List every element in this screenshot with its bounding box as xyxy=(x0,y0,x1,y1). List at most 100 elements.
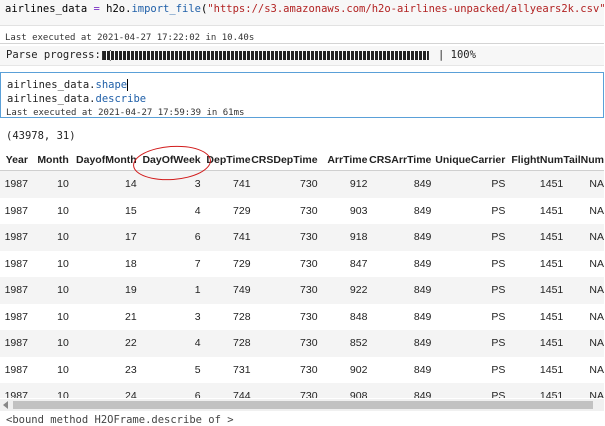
table-cell: 730 xyxy=(250,303,318,330)
table-cell: 730 xyxy=(250,170,318,198)
table-cell: PS xyxy=(431,170,506,198)
table-cell: 730 xyxy=(250,250,318,277)
table-body: 1987 10 14 3 741 730 912 849 PS 1451 NA 1987 10 15 4 72… xyxy=(0,170,604,398)
describe-output: <bound method H2OFrame.describe of > xyxy=(6,414,234,426)
table-cell: PS xyxy=(431,250,506,277)
table-cell: 730 xyxy=(250,197,318,224)
table-cell: 849 xyxy=(367,197,432,224)
table-cell: 4 xyxy=(136,330,201,357)
table-cell: 744 xyxy=(200,383,251,398)
code-variable: airlines_data xyxy=(5,3,88,15)
progress-bar-fill xyxy=(103,51,428,60)
code-cell-import[interactable]: airlines_data = h2o.import_file("https:/… xyxy=(0,0,605,26)
table-cell: PS xyxy=(431,197,506,224)
table-cell: NA xyxy=(563,330,604,357)
table-cell: 912 xyxy=(317,170,368,198)
table-cell: 10 xyxy=(27,197,69,224)
table-cell: NA xyxy=(563,197,604,224)
table-cell: PS xyxy=(431,383,506,398)
table-cell: 730 xyxy=(250,383,318,398)
table-cell: 749 xyxy=(200,277,251,304)
table-cell: 849 xyxy=(367,383,432,398)
table-cell: 848 xyxy=(317,303,368,330)
code-line-shape: airlines_data.shape xyxy=(7,79,129,91)
table-cell: 729 xyxy=(200,197,251,224)
table-cell: 4 xyxy=(136,197,201,224)
table-cell: 922 xyxy=(317,277,368,304)
table-cell: 23 xyxy=(68,356,137,383)
column-header: Year xyxy=(0,150,28,171)
table-cell: PS xyxy=(431,277,506,304)
table-row: 1987 10 17 6 741 730 918 849 PS 1451 NA xyxy=(0,224,604,251)
table-cell: 730 xyxy=(250,356,318,383)
table-cell: PS xyxy=(431,356,506,383)
table-cell: 741 xyxy=(200,170,251,198)
table-row: 1987 10 22 4 728 730 852 849 PS 1451 NA xyxy=(0,330,604,357)
table-cell: 728 xyxy=(200,303,251,330)
column-header: DayOfWeek xyxy=(136,150,201,171)
table-row: 1987 10 14 3 741 730 912 849 PS 1451 NA xyxy=(0,170,604,198)
scrollbar-thumb[interactable] xyxy=(13,401,593,409)
table-cell: 1987 xyxy=(0,356,28,383)
table-cell: 10 xyxy=(27,356,69,383)
table-cell: 10 xyxy=(27,383,69,398)
code-variable: airlines_data. xyxy=(7,79,96,91)
table-cell: PS xyxy=(431,303,506,330)
table-cell: 19 xyxy=(68,277,137,304)
column-header: UniqueCarrier xyxy=(431,150,506,171)
column-header: Month xyxy=(27,150,69,171)
table-cell: 10 xyxy=(27,250,69,277)
scroll-left-arrow-icon[interactable] xyxy=(3,401,8,409)
table-cell: 849 xyxy=(367,250,432,277)
table-row: 1987 10 21 3 728 730 848 849 PS 1451 NA xyxy=(0,303,604,330)
shape-output: (43978, 31) xyxy=(6,130,76,142)
table-cell: NA xyxy=(563,303,604,330)
table-header-row: Year Month DayofMonth DayOfWeek DepTime CRSDe… xyxy=(0,150,604,171)
table-cell: 849 xyxy=(367,356,432,383)
table-cell: NA xyxy=(563,277,604,304)
table-cell: 1987 xyxy=(0,250,28,277)
table-cell: PS xyxy=(431,224,506,251)
table-cell: 1987 xyxy=(0,197,28,224)
table-cell: 730 xyxy=(250,224,318,251)
table-cell: 852 xyxy=(317,330,368,357)
execution-info-1: Last executed at 2021-04-27 17:22:02 in … xyxy=(0,33,604,44)
code-attribute-shape: shape xyxy=(95,79,128,91)
code-attribute-describe: describe xyxy=(95,93,147,105)
column-header: FlightNum xyxy=(505,150,564,171)
progress-percent: | 100% xyxy=(438,49,476,61)
table-cell: 10 xyxy=(27,224,69,251)
code-function: import_file xyxy=(131,3,201,15)
dataframe-output[interactable]: Year Month DayofMonth DayOfWeek DepTime CRSDe… xyxy=(0,150,604,398)
table-cell: 730 xyxy=(250,330,318,357)
table-cell: 22 xyxy=(68,330,137,357)
table-cell: 1451 xyxy=(505,197,564,224)
column-header: DepTime xyxy=(200,150,251,171)
horizontal-scrollbar[interactable] xyxy=(0,399,604,411)
table-cell: 10 xyxy=(27,330,69,357)
table-cell: 1987 xyxy=(0,330,28,357)
table-cell: NA xyxy=(563,383,604,398)
table-cell: NA xyxy=(563,250,604,277)
code-variable: airlines_data. xyxy=(7,93,96,105)
table-cell: NA xyxy=(563,224,604,251)
column-header: ArrTime xyxy=(317,150,368,171)
table-cell: 729 xyxy=(200,250,251,277)
table-cell: 6 xyxy=(136,383,201,398)
table-cell: 1451 xyxy=(505,383,564,398)
table-cell: 1987 xyxy=(0,224,28,251)
table-cell: 1 xyxy=(136,277,201,304)
code-cell-describe[interactable]: airlines_data.shape airlines_data.descri… xyxy=(0,72,604,118)
table-cell: 849 xyxy=(367,330,432,357)
code-line-describe: airlines_data.describe xyxy=(7,93,146,105)
table-row: 1987 10 24 6 744 730 908 849 PS 1451 NA xyxy=(0,383,604,398)
column-header: TailNum xyxy=(563,150,604,171)
table-cell: 849 xyxy=(367,277,432,304)
table-cell: PS xyxy=(431,330,506,357)
table-cell: NA xyxy=(563,356,604,383)
table-cell: 3 xyxy=(136,170,201,198)
table-cell: 1987 xyxy=(0,277,28,304)
code-operator: = xyxy=(87,3,107,15)
text-cursor xyxy=(127,79,129,91)
progress-label: Parse progress: | xyxy=(6,49,114,61)
